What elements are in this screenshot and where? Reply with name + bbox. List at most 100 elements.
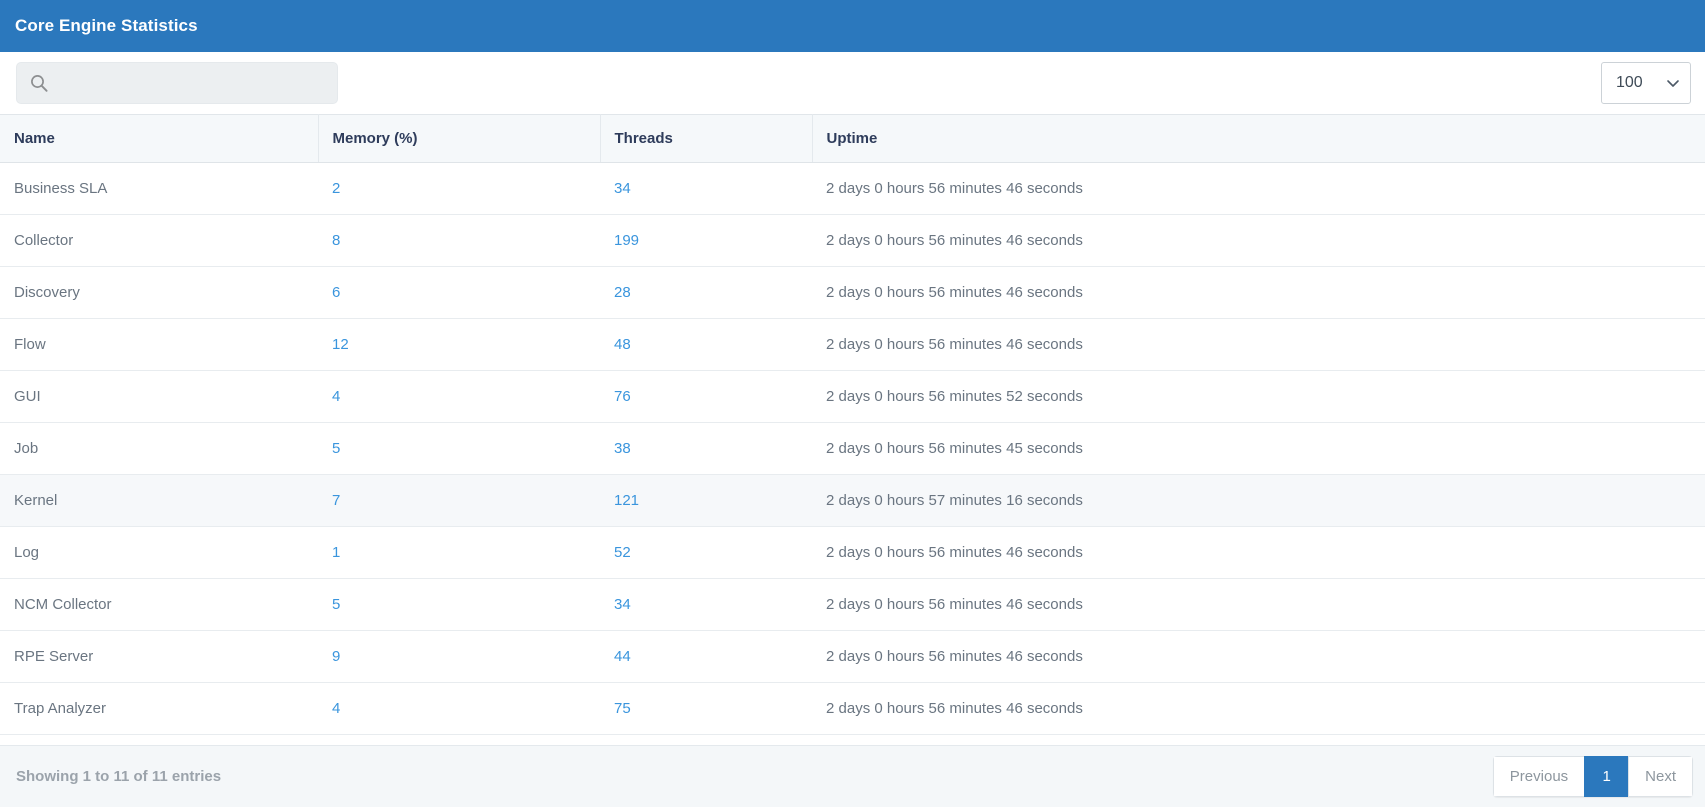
cell-memory: 12 [318, 318, 600, 371]
threads-link[interactable]: 34 [614, 596, 631, 613]
cell-name: GUI [0, 370, 318, 423]
cell-uptime: 2 days 0 hours 56 minutes 46 seconds [812, 214, 1705, 267]
cell-memory: 5 [318, 578, 600, 631]
table-footer: Showing 1 to 11 of 11 entries Previous 1… [0, 745, 1705, 807]
table-body: Business SLA 2 34 2 days 0 hours 56 minutes… [0, 162, 1705, 735]
column-header-memory[interactable]: Memory (%) [318, 114, 601, 163]
cell-memory: 6 [318, 266, 600, 319]
threads-link[interactable]: 28 [614, 284, 631, 301]
cell-threads: 52 [600, 526, 812, 579]
table-row[interactable]: Kernel 7 121 2 days 0 hours 57 minutes 16 s… [0, 474, 1705, 527]
pagination-next-button[interactable]: Next [1628, 756, 1693, 797]
cell-name: Flow [0, 318, 318, 371]
cell-uptime: 2 days 0 hours 56 minutes 46 seconds [812, 526, 1705, 579]
table-row[interactable]: Flow 12 48 2 days 0 hours 56 minutes 46 sec… [0, 318, 1705, 371]
threads-link[interactable]: 52 [614, 544, 631, 561]
cell-threads: 199 [600, 214, 812, 267]
cell-threads: 76 [600, 370, 812, 423]
memory-link[interactable]: 4 [332, 388, 340, 405]
memory-link[interactable]: 1 [332, 544, 340, 561]
threads-link[interactable]: 44 [614, 648, 631, 665]
cell-threads: 75 [600, 682, 812, 735]
cell-memory: 5 [318, 422, 600, 475]
threads-link[interactable]: 199 [614, 232, 639, 249]
memory-link[interactable]: 7 [332, 492, 340, 509]
cell-threads: 44 [600, 630, 812, 683]
cell-uptime: 2 days 0 hours 56 minutes 45 seconds [812, 422, 1705, 475]
column-header-uptime[interactable]: Uptime [812, 114, 1705, 163]
cell-memory: 9 [318, 630, 600, 683]
table-row[interactable]: Log 1 52 2 days 0 hours 56 minutes 46 secon… [0, 526, 1705, 579]
cell-uptime: 2 days 0 hours 56 minutes 46 seconds [812, 162, 1705, 215]
cell-name: NCM Collector [0, 578, 318, 631]
table-row[interactable]: Collector 8 199 2 days 0 hours 56 minutes 4… [0, 214, 1705, 267]
cell-threads: 34 [600, 162, 812, 215]
cell-name: Collector [0, 214, 318, 267]
entries-info: Showing 1 to 11 of 11 entries [16, 768, 222, 785]
search-icon [29, 73, 49, 93]
memory-link[interactable]: 5 [332, 596, 340, 613]
memory-link[interactable]: 4 [332, 700, 340, 717]
cell-memory: 4 [318, 370, 600, 423]
pagination: Previous 1 Next [1492, 756, 1693, 797]
widget-titlebar: Core Engine Statistics [0, 0, 1705, 52]
memory-link[interactable]: 5 [332, 440, 340, 457]
cell-name: Log [0, 526, 318, 579]
cell-threads: 48 [600, 318, 812, 371]
chevron-down-icon [1666, 76, 1680, 90]
table-row[interactable]: GUI 4 76 2 days 0 hours 56 minutes 52 secon… [0, 370, 1705, 423]
cell-name: Trap Analyzer [0, 682, 318, 735]
cell-name: Discovery [0, 266, 318, 319]
page-title: Core Engine Statistics [15, 16, 198, 35]
table-row[interactable]: Discovery 6 28 2 days 0 hours 56 minutes 46… [0, 266, 1705, 319]
search-input[interactable] [57, 63, 325, 103]
cell-name: Job [0, 422, 318, 475]
table-row[interactable]: Job 5 38 2 days 0 hours 56 minutes 45 secon… [0, 422, 1705, 475]
memory-link[interactable]: 9 [332, 648, 340, 665]
table-toolbar: 100 [0, 52, 1705, 114]
cell-threads: 38 [600, 422, 812, 475]
cell-memory: 8 [318, 214, 600, 267]
cell-memory: 2 [318, 162, 600, 215]
table-row[interactable]: Trap Analyzer 4 75 2 days 0 hours 56 minute… [0, 682, 1705, 735]
table-header: Name Memory (%) Threads Uptime [0, 114, 1705, 163]
cell-threads: 121 [600, 474, 812, 527]
table-row[interactable]: RPE Server 9 44 2 days 0 hours 56 minutes 4… [0, 630, 1705, 683]
pagination-previous-button[interactable]: Previous [1492, 756, 1585, 797]
cell-uptime: 2 days 0 hours 57 minutes 16 seconds [812, 474, 1705, 527]
cell-uptime: 2 days 0 hours 56 minutes 46 seconds [812, 578, 1705, 631]
cell-threads: 34 [600, 578, 812, 631]
search-box[interactable] [16, 62, 338, 104]
column-header-threads[interactable]: Threads [600, 114, 813, 163]
table-container: Name Memory (%) Threads Uptime Business … [0, 114, 1705, 745]
threads-link[interactable]: 75 [614, 700, 631, 717]
cell-name: RPE Server [0, 630, 318, 683]
cell-name: Kernel [0, 474, 318, 527]
page-length-select[interactable]: 100 [1601, 62, 1691, 104]
table-row[interactable]: Business SLA 2 34 2 days 0 hours 56 minutes… [0, 162, 1705, 215]
memory-link[interactable]: 2 [332, 180, 340, 197]
threads-link[interactable]: 121 [614, 492, 639, 509]
cell-uptime: 2 days 0 hours 56 minutes 46 seconds [812, 266, 1705, 319]
cell-uptime: 2 days 0 hours 56 minutes 46 seconds [812, 630, 1705, 683]
table-row[interactable]: NCM Collector 5 34 2 days 0 hours 56 minute… [0, 578, 1705, 631]
memory-link[interactable]: 12 [332, 336, 349, 353]
column-header-name[interactable]: Name [0, 114, 319, 163]
memory-link[interactable]: 6 [332, 284, 340, 301]
cell-memory: 7 [318, 474, 600, 527]
cell-name: Business SLA [0, 162, 318, 215]
threads-link[interactable]: 76 [614, 388, 631, 405]
page-length-value: 100 [1616, 74, 1643, 91]
core-engine-statistics-widget: Core Engine Statistics 100 Name Memory (… [0, 0, 1705, 807]
statistics-table: Name Memory (%) Threads Uptime Business … [0, 114, 1705, 735]
threads-link[interactable]: 48 [614, 336, 631, 353]
cell-uptime: 2 days 0 hours 56 minutes 46 seconds [812, 682, 1705, 735]
memory-link[interactable]: 8 [332, 232, 340, 249]
table-header-row: Name Memory (%) Threads Uptime [0, 114, 1705, 163]
cell-memory: 1 [318, 526, 600, 579]
cell-threads: 28 [600, 266, 812, 319]
cell-uptime: 2 days 0 hours 56 minutes 52 seconds [812, 370, 1705, 423]
threads-link[interactable]: 38 [614, 440, 631, 457]
threads-link[interactable]: 34 [614, 180, 631, 197]
pagination-page-1-button[interactable]: 1 [1584, 756, 1629, 797]
